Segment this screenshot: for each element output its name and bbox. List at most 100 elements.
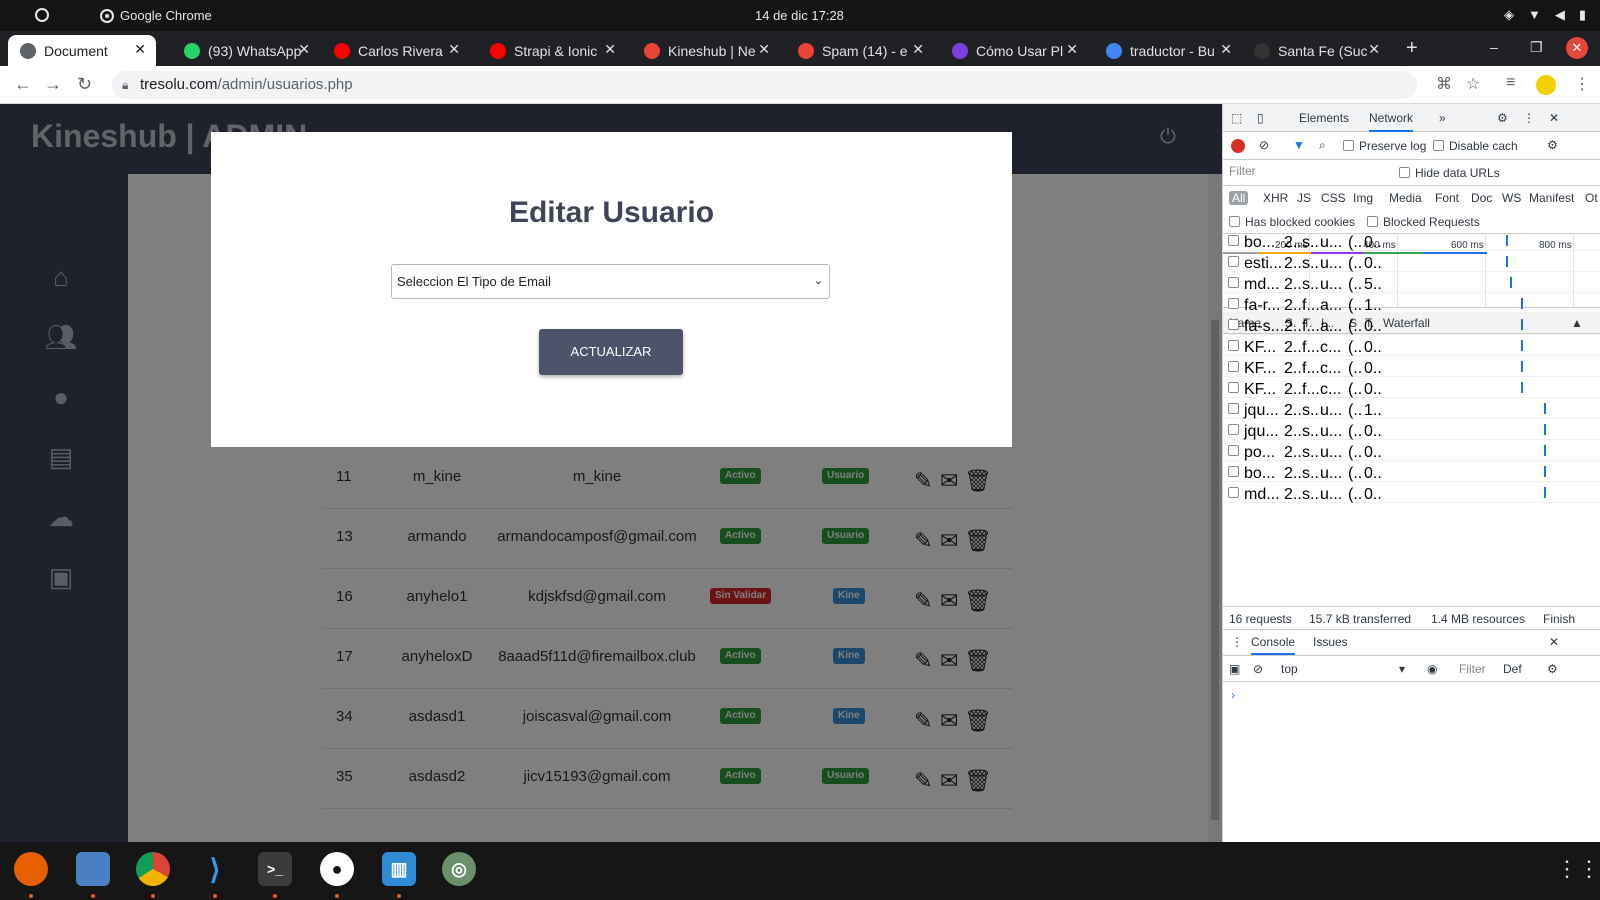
request-row[interactable]: md... 2.. s.. u... (.. 5..	[1222, 272, 1600, 293]
console-filter-input[interactable]: Filter	[1459, 662, 1486, 676]
browser-tab[interactable]: traductor - Bu ✕	[1094, 35, 1242, 66]
tab-network[interactable]: Network	[1369, 111, 1414, 132]
request-row[interactable]: fa-s... 2.. f... a... (.. 0..	[1222, 314, 1600, 335]
has-blocked-cookies-checkbox[interactable]	[1229, 216, 1240, 227]
email-type-select[interactable]: Seleccion El Tipo de Email ⌄	[391, 264, 830, 299]
new-tab-icon[interactable]: +	[1406, 37, 1418, 60]
browser-tab[interactable]: (93) WhatsApp ✕	[172, 35, 320, 66]
request-row[interactable]: KF... 2.. f... c... (.. 0..	[1222, 335, 1600, 356]
browser-menu-icon[interactable]: ⋮	[1574, 74, 1590, 94]
tab-close-icon[interactable]: ✕	[1368, 41, 1380, 58]
type-filter-js[interactable]: JS	[1297, 191, 1311, 205]
system-tray[interactable]: ◈ ▼ ◀ ▮	[1504, 7, 1586, 23]
inspect-element-icon[interactable]: ⬚	[1231, 111, 1242, 125]
tab-close-icon[interactable]: ✕	[758, 41, 770, 58]
address-bar[interactable]: 🔒︎ tresolu.com/admin/usuarios.php	[112, 71, 1417, 99]
vscode-icon[interactable]: ⟩	[198, 852, 232, 886]
firefox-icon[interactable]	[14, 852, 48, 886]
browser-tab[interactable]: Santa Fe (Suc ✕	[1242, 35, 1390, 66]
request-row[interactable]: fa-r... 2.. f... a... (.. 1..	[1222, 293, 1600, 314]
app-menu[interactable]: Google Chrome	[100, 8, 212, 23]
media-control-icon[interactable]: ≡	[1506, 74, 1515, 92]
preserve-log-checkbox[interactable]	[1343, 140, 1354, 151]
bookmark-star-icon[interactable]: ☆	[1466, 74, 1480, 94]
tab-elements[interactable]: Elements	[1299, 111, 1349, 125]
request-row[interactable]: KF... 2.. f... c... (.. 0..	[1222, 377, 1600, 398]
network-settings-icon[interactable]: ⚙	[1547, 138, 1558, 152]
type-filter-all[interactable]: All	[1229, 191, 1249, 205]
files-icon[interactable]	[76, 852, 110, 886]
clock[interactable]: 14 de dic 17:28	[755, 8, 844, 23]
filter-icon[interactable]: ▼	[1293, 138, 1305, 152]
tab-close-icon[interactable]: ✕	[1066, 41, 1078, 58]
console-prompt-icon[interactable]: ›	[1231, 688, 1235, 702]
console-settings-icon[interactable]: ⚙	[1547, 662, 1558, 676]
request-row[interactable]: KF... 2.. f... c... (.. 0..	[1222, 356, 1600, 377]
browser-tab[interactable]: Kineshub | Ne ✕	[632, 35, 780, 66]
request-row[interactable]: po... 2.. s.. u... (.. 0..	[1222, 440, 1600, 461]
type-filter-doc[interactable]: Doc	[1471, 191, 1492, 205]
close-window-icon[interactable]: ✕	[1566, 37, 1588, 59]
tab-close-icon[interactable]: ✕	[1220, 41, 1232, 58]
browser-tab[interactable]: Carlos Rivera ✕	[322, 35, 470, 66]
drawer-close-icon[interactable]: ✕	[1549, 635, 1559, 649]
tab-close-icon[interactable]: ✕	[604, 41, 616, 58]
chrome-dock-icon[interactable]	[136, 852, 170, 886]
minimize-window-icon[interactable]: –	[1490, 39, 1498, 55]
type-filter-img[interactable]: Img	[1353, 191, 1373, 205]
reload-icon[interactable]: ↻	[77, 74, 92, 95]
type-filter-ws[interactable]: WS	[1502, 191, 1521, 205]
browser-tab[interactable]: Spam (14) - e ✕	[786, 35, 934, 66]
request-row[interactable]: jqu... 2.. s.. u... (.. 0..	[1222, 419, 1600, 440]
more-tabs-icon[interactable]: »	[1439, 111, 1446, 125]
lock-icon[interactable]: 🔒︎	[122, 71, 128, 99]
tab-close-icon[interactable]: ✕	[912, 41, 924, 58]
console-clear-icon[interactable]: ⊘	[1253, 662, 1263, 676]
devtools-close-icon[interactable]: ✕	[1549, 111, 1559, 125]
type-filter-media[interactable]: Media	[1389, 191, 1422, 205]
record-icon[interactable]	[1231, 139, 1245, 153]
forward-icon[interactable]: →	[44, 74, 62, 95]
tab-close-icon[interactable]: ✕	[134, 41, 146, 58]
browser-tab[interactable]: Strapi & Ionic ✕	[478, 35, 626, 66]
filter-input[interactable]: Filter	[1227, 164, 1377, 182]
screenshot-tool-icon[interactable]: ◎	[442, 852, 476, 886]
browser-tab[interactable]: Document ✕	[8, 35, 156, 66]
type-filter-xhr[interactable]: XHR	[1263, 191, 1288, 205]
search-icon[interactable]: ⌕	[1319, 138, 1326, 153]
update-button[interactable]: ACTUALIZAR	[539, 329, 683, 375]
request-row[interactable]: esti... 2.. s.. u... (.. 0..	[1222, 251, 1600, 272]
tab-close-icon[interactable]: ✕	[298, 41, 310, 58]
live-expression-eye-icon[interactable]: ◉	[1427, 662, 1437, 676]
translate-icon[interactable]: ⌘	[1436, 74, 1452, 94]
github-icon[interactable]: ●	[320, 852, 354, 886]
maximize-window-icon[interactable]: ❐	[1530, 39, 1543, 56]
tab-issues[interactable]: Issues	[1313, 635, 1348, 649]
request-row[interactable]: jqu... 2.. s.. u... (.. 1..	[1222, 398, 1600, 419]
terminal-icon[interactable]: >_	[258, 852, 292, 886]
request-row[interactable]: bo... 2.. s.. u... (.. 0..	[1222, 461, 1600, 482]
show-applications-icon[interactable]: ⋮⋮⋮	[1556, 856, 1600, 882]
trello-icon[interactable]: ▥	[382, 852, 416, 886]
drawer-menu-icon[interactable]: ⋮	[1231, 635, 1243, 649]
clear-icon[interactable]: ⊘	[1259, 138, 1269, 152]
back-icon[interactable]: ←	[14, 74, 32, 95]
type-filter-ot[interactable]: Ot	[1585, 191, 1598, 205]
log-levels-select[interactable]: Def	[1503, 662, 1522, 676]
device-toolbar-icon[interactable]: ▯	[1257, 111, 1264, 125]
context-select[interactable]: top	[1281, 662, 1298, 676]
request-row[interactable]: bo... 2.. s.. u... (.. 0..	[1222, 230, 1600, 251]
type-filter-css[interactable]: CSS	[1321, 191, 1346, 205]
blocked-requests-checkbox[interactable]	[1367, 216, 1378, 227]
type-filter-manifest[interactable]: Manifest	[1529, 191, 1574, 205]
browser-tab[interactable]: Cómo Usar Pl ✕	[940, 35, 1088, 66]
hide-data-urls-checkbox[interactable]	[1399, 167, 1410, 178]
activities-icon[interactable]	[34, 7, 50, 26]
devtools-settings-icon[interactable]: ⚙	[1497, 111, 1508, 125]
devtools-menu-icon[interactable]: ⋮	[1523, 111, 1535, 125]
disable-cache-checkbox[interactable]	[1433, 140, 1444, 151]
tab-console[interactable]: Console	[1251, 635, 1296, 655]
sidebar-toggle-icon[interactable]: ▣	[1229, 662, 1240, 676]
type-filter-font[interactable]: Font	[1435, 191, 1459, 205]
tab-close-icon[interactable]: ✕	[448, 41, 460, 58]
